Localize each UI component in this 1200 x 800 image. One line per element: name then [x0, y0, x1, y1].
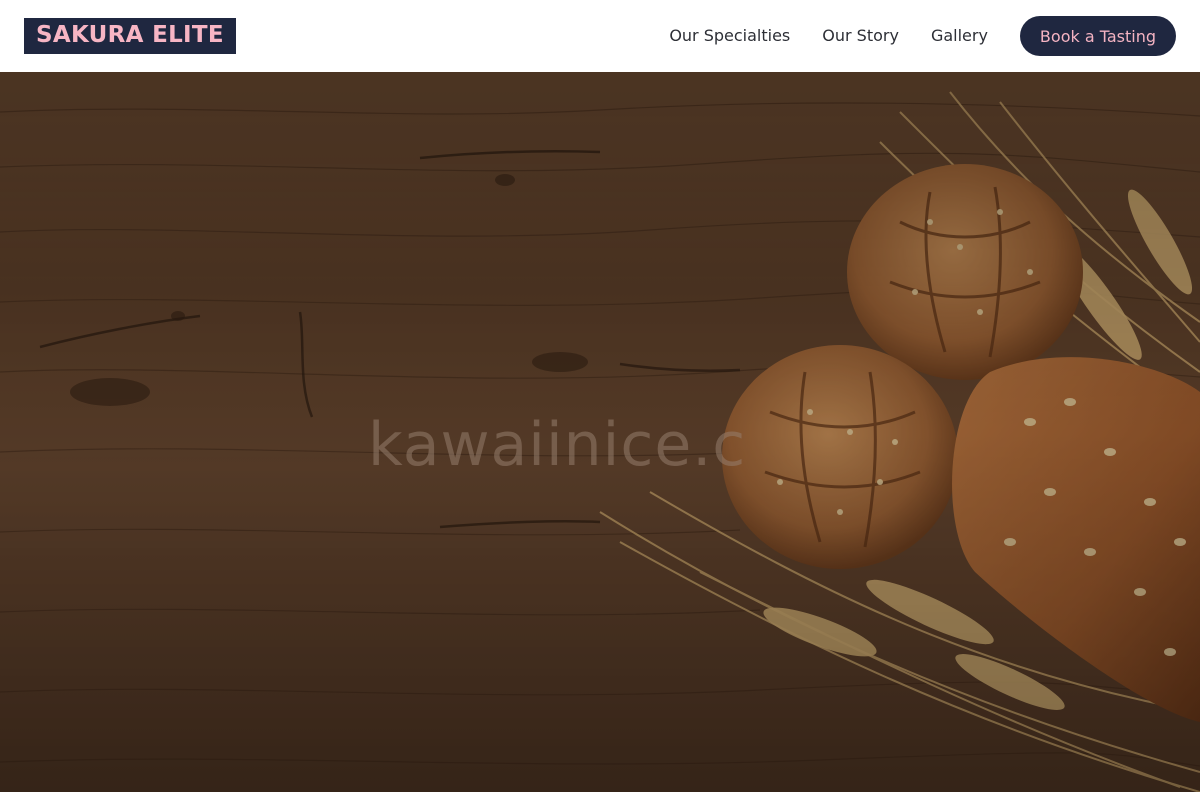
- hero-section: kawaiinice.c: [0, 72, 1200, 792]
- hero-bottom-edge: [0, 792, 1200, 800]
- nav-link-story[interactable]: Our Story: [822, 26, 899, 46]
- watermark-text: kawaiinice.c: [368, 410, 747, 480]
- site-header: SAKURA ELITE Our Specialties Our Story G…: [0, 0, 1200, 72]
- nav-link-gallery[interactable]: Gallery: [931, 26, 988, 46]
- brand-logo[interactable]: SAKURA ELITE: [24, 18, 236, 54]
- nav-link-specialties[interactable]: Our Specialties: [669, 26, 790, 46]
- main-nav: Our Specialties Our Story Gallery Book a…: [669, 16, 1176, 56]
- book-tasting-button[interactable]: Book a Tasting: [1019, 16, 1176, 56]
